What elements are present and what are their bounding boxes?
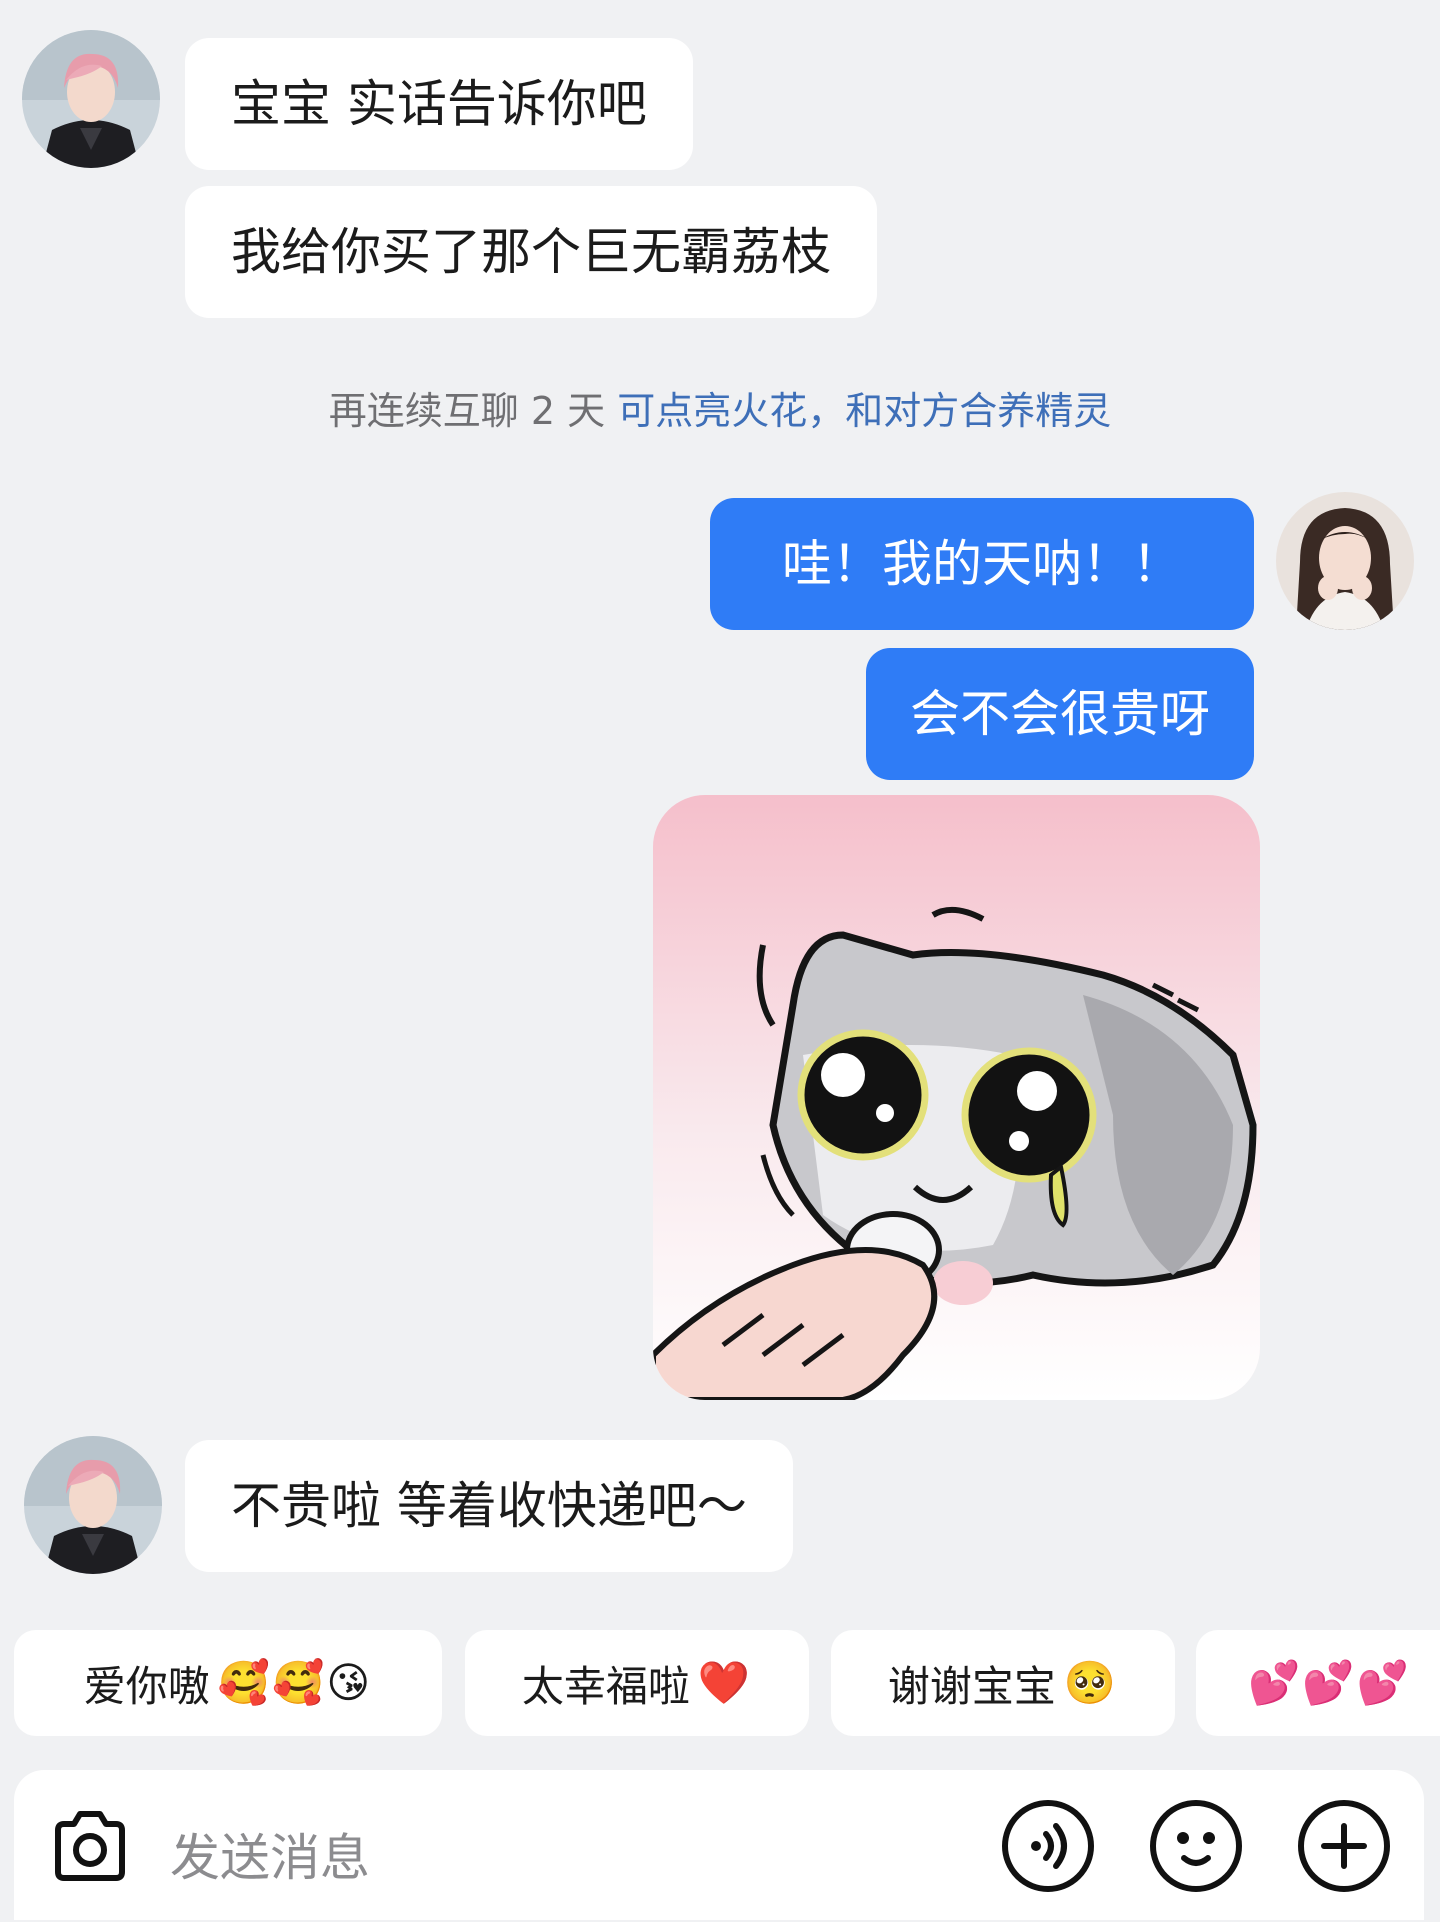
- chat-streak-hint: 再连续互聊 2 天 可点亮火花，和对方合养精灵: [0, 380, 1440, 435]
- message-bubble-incoming[interactable]: 不贵啦 等着收快递吧～: [185, 1440, 793, 1572]
- quick-reply-label: 谢谢宝宝: [887, 1661, 1056, 1711]
- my-avatar-image: [1276, 492, 1414, 630]
- message-input[interactable]: 发送消息: [170, 1818, 370, 1890]
- message-text: 会不会很贵呀: [910, 685, 1210, 743]
- camera-icon[interactable]: [44, 1802, 136, 1894]
- contact-avatar-image: [24, 1436, 162, 1574]
- message-bubble-outgoing[interactable]: 哇！我的天呐！！: [710, 498, 1254, 630]
- sticker-message[interactable]: [653, 795, 1260, 1400]
- quick-reply-emoji: 🥺: [1063, 1658, 1119, 1707]
- quick-reply-emoji: 🥰🥰😘: [217, 1658, 373, 1707]
- quick-reply-chip[interactable]: 谢谢宝宝 🥺: [831, 1630, 1175, 1736]
- message-input-bar: 发送消息: [14, 1770, 1424, 1920]
- quick-reply-emoji: 💕💕💕: [1248, 1658, 1411, 1707]
- quick-reply-label: 太幸福啦: [521, 1661, 690, 1711]
- quick-reply-label: 爱你嗷: [83, 1661, 210, 1711]
- message-bubble-outgoing[interactable]: 会不会很贵呀: [866, 648, 1254, 780]
- plus-icon[interactable]: [1296, 1798, 1392, 1894]
- contact-avatar[interactable]: [22, 30, 160, 168]
- emoji-icon[interactable]: [1148, 1798, 1244, 1894]
- hint-text: 再连续互聊 2 天: [328, 389, 618, 433]
- voice-icon[interactable]: [1000, 1798, 1096, 1894]
- message-text: 哇！我的天呐！！: [782, 535, 1182, 593]
- my-avatar[interactable]: [1276, 492, 1414, 630]
- quick-reply-emoji: ❤️: [697, 1658, 753, 1707]
- crying-cat-sticker-icon: [653, 795, 1260, 1400]
- message-text: 宝宝 实话告诉你吧: [231, 75, 647, 133]
- contact-avatar-image: [22, 30, 160, 168]
- message-bubble-incoming[interactable]: 宝宝 实话告诉你吧: [185, 38, 693, 170]
- hint-link[interactable]: 可点亮火花，和对方合养精灵: [617, 389, 1111, 433]
- quick-reply-chip[interactable]: 太幸福啦 ❤️: [465, 1630, 809, 1736]
- quick-reply-chip[interactable]: 💕💕💕: [1196, 1630, 1440, 1736]
- contact-avatar[interactable]: [24, 1436, 162, 1574]
- message-text: 不贵啦 等着收快递吧～: [231, 1477, 747, 1535]
- message-bubble-incoming[interactable]: 我给你买了那个巨无霸荔枝: [185, 186, 877, 318]
- quick-reply-chip[interactable]: 爱你嗷 🥰🥰😘: [14, 1630, 442, 1736]
- message-text: 我给你买了那个巨无霸荔枝: [231, 223, 831, 281]
